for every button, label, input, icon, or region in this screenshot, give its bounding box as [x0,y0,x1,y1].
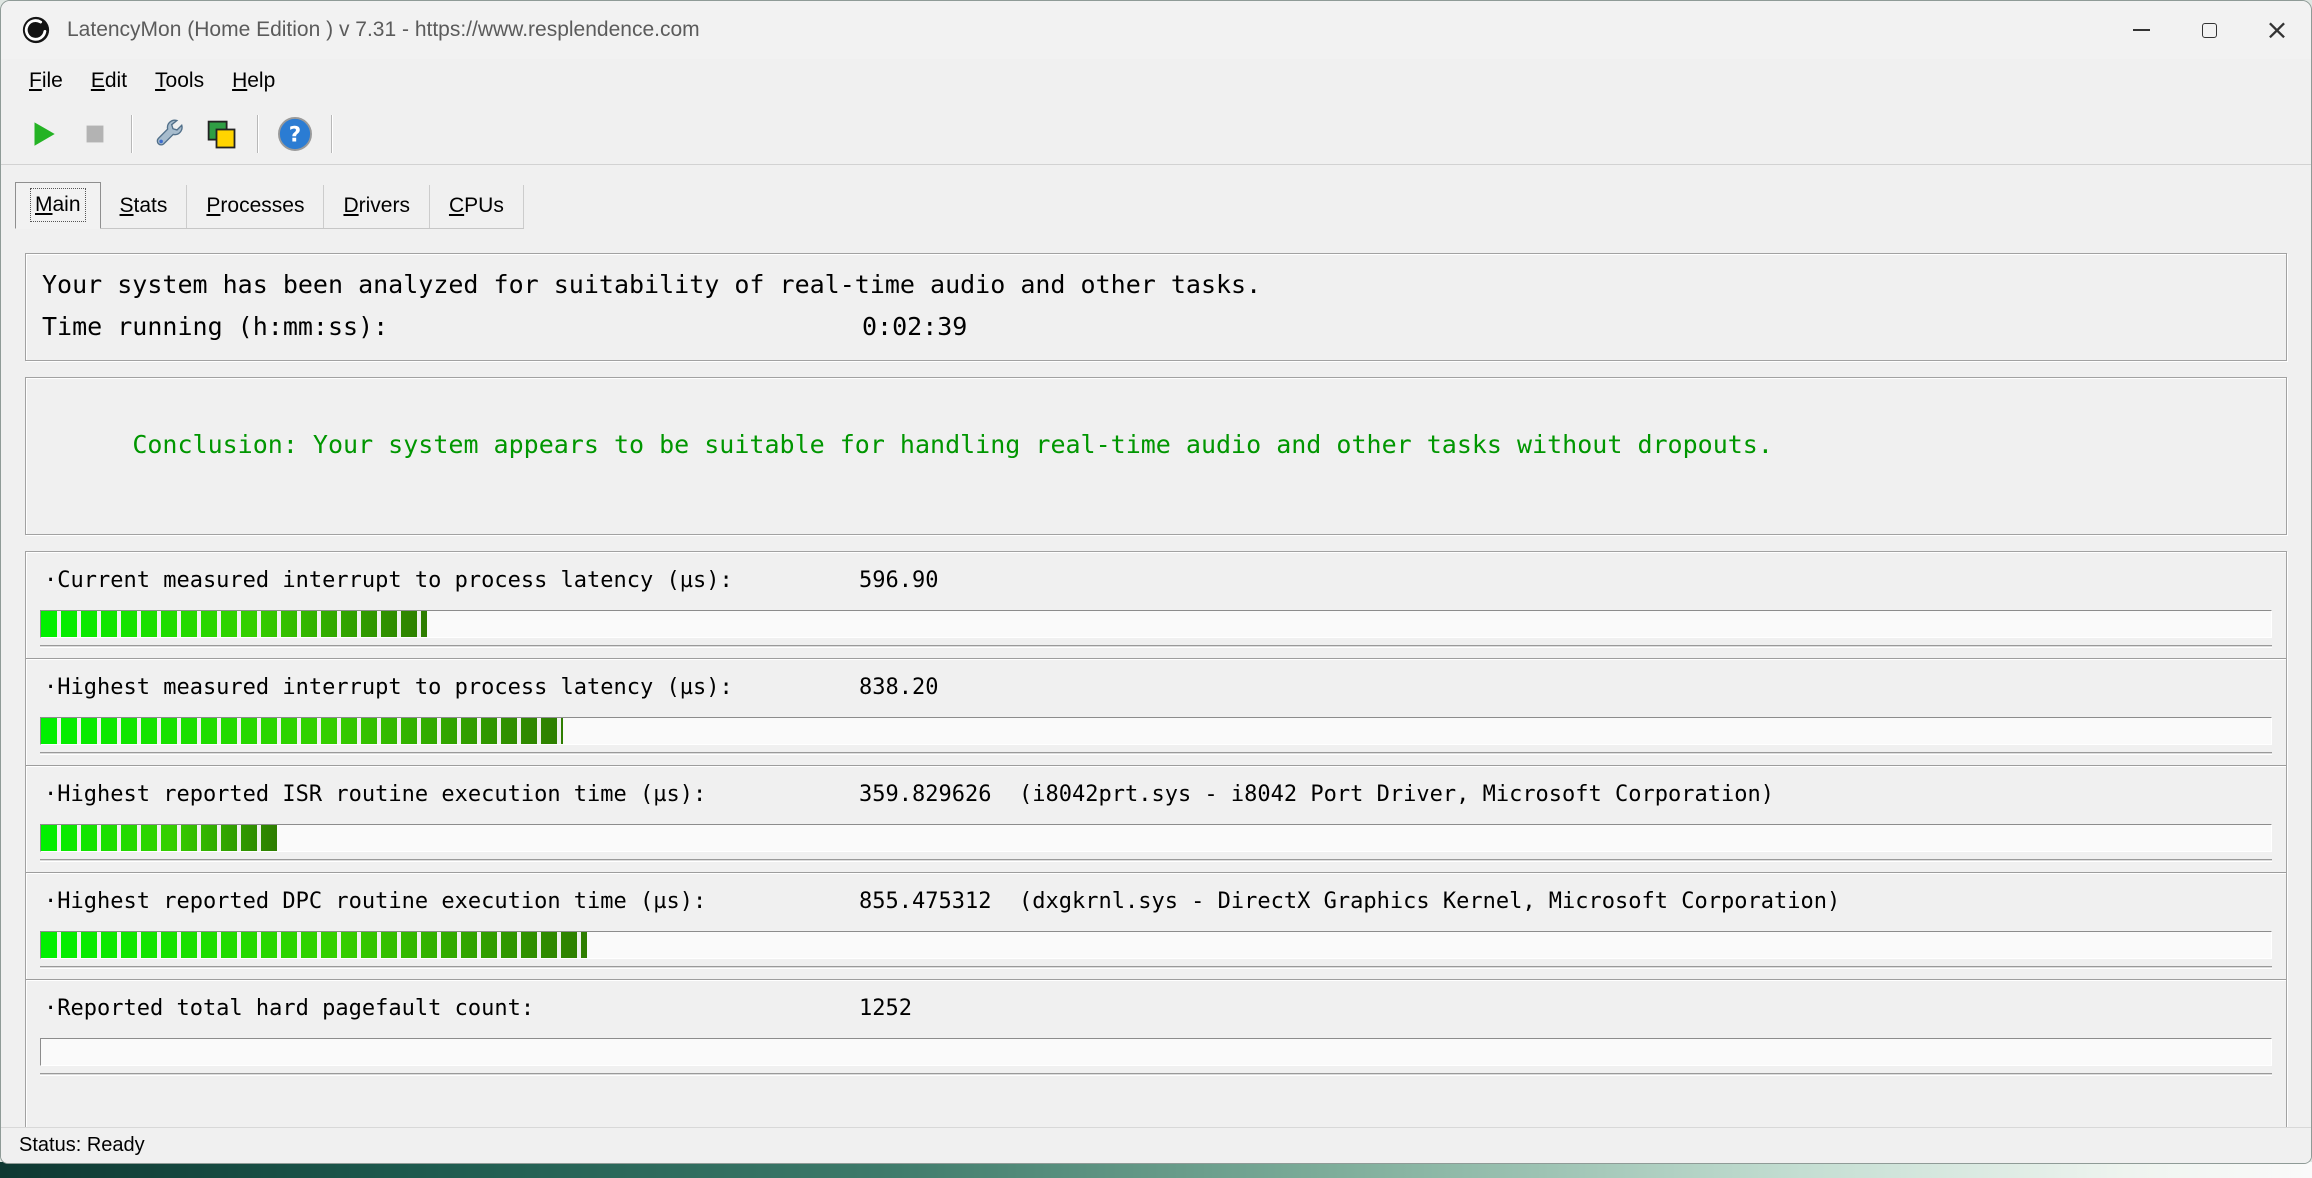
latency-bar-fill [41,825,277,851]
metric-label: ·Reported total hard pagefault count: [44,994,859,1024]
metric-detail [1019,673,2274,703]
metric-label: ·Highest reported DPC routine execution … [44,887,859,917]
conclusion-panel: Conclusion: Your system appears to be su… [25,377,2287,535]
play-icon [26,117,60,151]
latency-bar-fill [41,718,563,744]
time-running-label: Time running (h:mm:ss): [42,306,862,348]
tools-options-button[interactable] [143,110,195,158]
analysis-panel: Your system has been analyzed for suitab… [25,253,2287,361]
metric-label: ·Highest reported ISR routine execution … [44,780,859,810]
stop-icon [80,119,110,149]
toolbar-separator [131,115,133,153]
bar-baseline [40,859,2272,862]
tab-drivers[interactable]: Drivers [324,185,430,228]
bar-baseline [40,1073,2272,1076]
metric-detail [1019,566,2274,596]
time-running-value: 0:02:39 [862,306,967,348]
minimize-icon [2133,29,2150,31]
latencymon-window: LatencyMon (Home Edition ) v 7.31 - http… [0,0,2312,1164]
close-button[interactable]: × [2243,1,2311,59]
metric-row-highest-latency: ·Highest measured interrupt to process l… [26,658,2286,765]
latency-bar-track [40,931,2272,959]
desktop-wallpaper-sliver [0,1162,2312,1178]
svg-text:?: ? [289,122,301,147]
metric-detail: (i8042prt.sys - i8042 Port Driver, Micro… [1019,780,2274,810]
title-bar: LatencyMon (Home Edition ) v 7.31 - http… [1,1,2311,59]
tab-processes[interactable]: Processes [187,185,324,228]
metric-detail: (dxgkrnl.sys - DirectX Graphics Kernel, … [1019,887,2274,917]
metric-value: 359.829626 [859,780,1019,810]
metrics-panel: ·Current measured interrupt to process l… [25,551,2287,1164]
status-bar: Status: Ready [1,1127,2311,1163]
metric-value: 1252 [859,994,1019,1024]
metric-detail [1019,994,2274,1024]
metric-row-pagefaults: ·Reported total hard pagefault count: 12… [26,979,2286,1086]
bar-baseline [40,752,2272,755]
metric-value: 838.20 [859,673,1019,703]
conclusion-text: Conclusion: Your system appears to be su… [132,430,1773,459]
status-text: Status: Ready [19,1134,145,1157]
tab-stats[interactable]: Stats [101,185,188,228]
latency-bar-fill [41,932,587,958]
maximize-button[interactable] [2175,1,2243,59]
start-monitor-button[interactable] [17,110,69,158]
latency-bar-track [40,717,2272,745]
menu-item-tools[interactable]: Tools [141,62,218,100]
stop-monitor-button[interactable] [69,110,121,158]
maximize-icon [2202,23,2217,38]
latencymon-logo-icon [21,15,51,45]
metric-row-current-latency: ·Current measured interrupt to process l… [26,552,2286,658]
latency-bar-track [40,824,2272,852]
menu-item-edit[interactable]: Edit [77,62,141,100]
metric-row-dpc-time: ·Highest reported DPC routine execution … [26,872,2286,979]
bar-baseline [40,645,2272,648]
help-icon: ? [276,115,314,153]
latency-bar-fill [41,611,427,637]
latency-bar-track [40,610,2272,638]
window-title: LatencyMon (Home Edition ) v 7.31 - http… [67,18,700,42]
analysis-headline: Your system has been analyzed for suitab… [42,264,1261,306]
menu-bar: File Edit Tools Help [1,59,2311,103]
latency-bar-track [40,1038,2272,1066]
toolbar: ? [1,103,2311,165]
wrench-icon [151,116,187,152]
tab-main[interactable]: Main [15,182,101,229]
stacked-windows-icon [203,116,239,152]
metric-value: 596.90 [859,566,1019,596]
menu-item-file[interactable]: File [15,62,77,100]
close-icon: × [2265,16,2288,44]
tab-cpus[interactable]: CPUs [430,185,524,228]
metric-row-isr-time: ·Highest reported ISR routine execution … [26,765,2286,872]
help-button[interactable]: ? [269,110,321,158]
metric-label: ·Highest measured interrupt to process l… [44,673,859,703]
metric-label: ·Current measured interrupt to process l… [44,566,859,596]
menu-item-help[interactable]: Help [218,62,289,100]
minimize-button[interactable] [2107,1,2175,59]
processes-windows-button[interactable] [195,110,247,158]
bar-baseline [40,966,2272,969]
metric-value: 855.475312 [859,887,1019,917]
main-tab-content: Your system has been analyzed for suitab… [1,229,2311,1164]
toolbar-separator [257,115,259,153]
toolbar-separator [331,115,333,153]
tab-strip: Main Stats Processes Drivers CPUs [1,165,2311,229]
